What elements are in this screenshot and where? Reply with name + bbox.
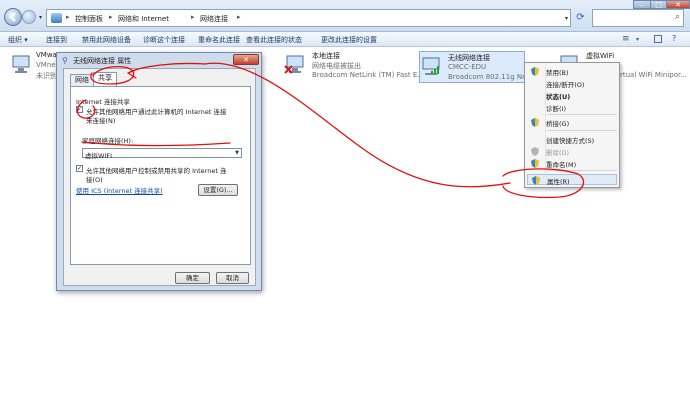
crumb-network-connections[interactable]: 网络连接 — [200, 14, 228, 24]
search-input[interactable]: ⌕ — [592, 9, 684, 27]
menu-item-label: 连接/断开(O) — [546, 81, 585, 89]
command-bar: 组织 ▾ 连接到 禁用此网络设备 诊断这个连接 重命名此连接 查看此连接的状态 … — [0, 32, 690, 47]
tab-network[interactable]: 网络 — [70, 74, 94, 86]
crumb-separator[interactable]: ▸ — [109, 13, 113, 21]
home-network-select[interactable]: 虚拟WIFI ▼ — [82, 148, 242, 160]
wireless-adapter-icon — [422, 57, 440, 75]
menu-separator — [547, 130, 617, 131]
control-panel-icon — [51, 13, 62, 23]
menu-item-label: 属性(R) — [547, 178, 570, 186]
shield-icon — [531, 159, 539, 168]
menu-item-properties[interactable]: 属性(R) — [527, 174, 617, 186]
allow-control-label: 允许其他网络用户控制或禁用共享的 Internet 连 — [86, 167, 227, 175]
chevron-down-icon: ▼ — [235, 150, 239, 156]
home-network-label: 家庭网络连接(H): — [82, 137, 134, 145]
allow-control-label-cont: 接(O) — [86, 176, 103, 184]
dialog-close-button[interactable]: ✕ — [233, 54, 259, 65]
network-adapter-icon — [284, 55, 304, 74]
menu-item-bridge[interactable]: 桥接(G) — [527, 117, 617, 128]
disable-device-button[interactable]: 禁用此网络设备 — [82, 35, 131, 45]
shield-icon — [531, 118, 539, 127]
sharing-panel: Internet 连接共享 ✓ 允许其他网络用户通过此计算机的 Internet… — [70, 86, 251, 265]
connection-name: 本地连接 — [312, 52, 340, 60]
connection-name: 无线网络连接 — [448, 54, 490, 62]
wireless-icon: ⚲ — [62, 56, 68, 65]
connection-adapter: Broadcom 802.11g Netw — [448, 73, 535, 81]
menu-item-create-shortcut[interactable]: 创建快捷方式(S) — [527, 134, 617, 145]
shield-icon — [531, 67, 539, 76]
network-adapter-icon — [12, 55, 30, 73]
properties-dialog: ⚲ 无线网络连接 属性 ✕ 网络 共享 Internet 连接共享 ✓ 允许其他… — [56, 52, 262, 291]
search-icon: ⌕ — [674, 12, 680, 22]
menu-separator — [547, 170, 617, 171]
menu-item-label: 禁用(B) — [546, 69, 569, 77]
shield-icon — [531, 147, 539, 156]
ics-group-label: Internet 连接共享 — [76, 98, 130, 106]
preview-pane-icon[interactable] — [654, 35, 662, 43]
dialog-body: 网络 共享 Internet 连接共享 ✓ 允许其他网络用户通过此计算机的 In… — [63, 68, 256, 286]
allow-control-checkbox[interactable]: ✓ — [76, 165, 83, 172]
connection-name: 虚拟WiFi — [586, 52, 615, 60]
arrow-left-icon — [9, 12, 16, 22]
menu-item-label: 重命名(M) — [546, 161, 577, 169]
menu-item-connect-disconnect[interactable]: 连接/断开(O) — [527, 78, 617, 89]
menu-separator — [547, 114, 617, 115]
maximize-button[interactable]: □ — [650, 0, 667, 9]
ics-help-link[interactable]: 使用 ICS (Internet 连接共享) — [76, 185, 163, 195]
connect-to-button[interactable]: 连接到 — [46, 35, 67, 45]
connection-network: VMne — [36, 61, 56, 69]
menu-item-delete[interactable]: 删除(D) — [527, 146, 617, 157]
back-button[interactable] — [4, 8, 22, 26]
ok-button[interactable]: 确定 — [175, 272, 210, 284]
minimize-button[interactable]: – — [633, 0, 651, 9]
change-settings-button[interactable]: 更改此连接的设置 — [321, 35, 377, 45]
connection-local-area[interactable]: 本地连接 网络电缆被拔出 Broadcom NetLink (TM) Fast … — [284, 50, 424, 82]
view-dropdown-icon[interactable]: ▾ — [636, 36, 639, 43]
crumb-separator[interactable]: ▸ — [66, 13, 70, 21]
window-title-bar: ▾ ▸ 控制面板 ▸ 网络和 Internet ▸ 网络连接 ▸ ▾ ⟳ ⌕ –… — [0, 0, 690, 32]
menu-item-label: 创建快捷方式(S) — [546, 137, 595, 145]
menu-item-rename[interactable]: 重命名(M) — [527, 158, 617, 169]
cancel-button[interactable]: 取消 — [216, 272, 249, 284]
connection-network: CMCC-EDU — [448, 63, 487, 71]
view-options-icon[interactable]: ≡ — [622, 34, 630, 44]
settings-button[interactable]: 设置(G)... — [198, 184, 238, 196]
menu-item-label: 删除(D) — [546, 149, 570, 157]
forward-button[interactable] — [22, 10, 36, 24]
tab-sharing[interactable]: 共享 — [93, 72, 117, 86]
help-icon[interactable]: ? — [672, 34, 676, 43]
diagnose-button[interactable]: 诊断这个连接 — [143, 35, 185, 45]
context-menu: 禁用(B) 连接/断开(O) 状态(U) 诊断(I) 桥接(G) 创建快捷方式(… — [524, 62, 620, 188]
menu-item-label: 诊断(I) — [546, 105, 566, 113]
menu-item-label: 状态(U) — [546, 93, 571, 101]
refresh-icon[interactable]: ⟳ — [573, 10, 588, 26]
menu-item-disable[interactable]: 禁用(B) — [527, 66, 617, 77]
connection-network: 网络电缆被拔出 — [312, 62, 361, 70]
crumb-network-internet[interactable]: 网络和 Internet — [118, 14, 169, 24]
close-window-button[interactable]: ✕ — [666, 0, 690, 9]
connection-adapter: Broadcom NetLink (TM) Fast E... — [312, 71, 424, 79]
shield-icon — [532, 176, 540, 185]
allow-sharing-label-cont: 来连接(N) — [86, 117, 116, 125]
address-dropdown-icon[interactable]: ▾ — [565, 15, 568, 22]
home-network-value: 虚拟WIFI — [85, 152, 112, 160]
menu-item-label: 桥接(G) — [546, 120, 570, 128]
crumb-separator[interactable]: ▸ — [237, 13, 241, 21]
recent-pages-dropdown-icon[interactable]: ▾ — [39, 14, 42, 21]
organize-menu[interactable]: 组织 ▾ — [8, 35, 28, 45]
address-bar[interactable]: ▸ 控制面板 ▸ 网络和 Internet ▸ 网络连接 ▸ ▾ — [46, 9, 571, 27]
connection-status: 未识别 — [36, 72, 57, 80]
dialog-title: 无线网络连接 属性 — [73, 57, 132, 65]
connection-wireless[interactable]: 无线网络连接 CMCC-EDU Broadcom 802.11g Netw — [419, 51, 535, 83]
rename-button[interactable]: 重命名此连接 — [198, 35, 240, 45]
allow-sharing-checkbox[interactable]: ✓ — [76, 106, 83, 113]
menu-item-diagnose[interactable]: 诊断(I) — [527, 102, 617, 113]
connection-name: VMwa — [36, 51, 57, 59]
menu-item-status[interactable]: 状态(U) — [527, 90, 617, 101]
view-status-button[interactable]: 查看此连接的状态 — [246, 35, 302, 45]
crumb-separator[interactable]: ▸ — [191, 13, 195, 21]
connection-adapter: rtual WiFi Minipor... — [620, 71, 687, 79]
crumb-control-panel[interactable]: 控制面板 — [75, 14, 103, 24]
